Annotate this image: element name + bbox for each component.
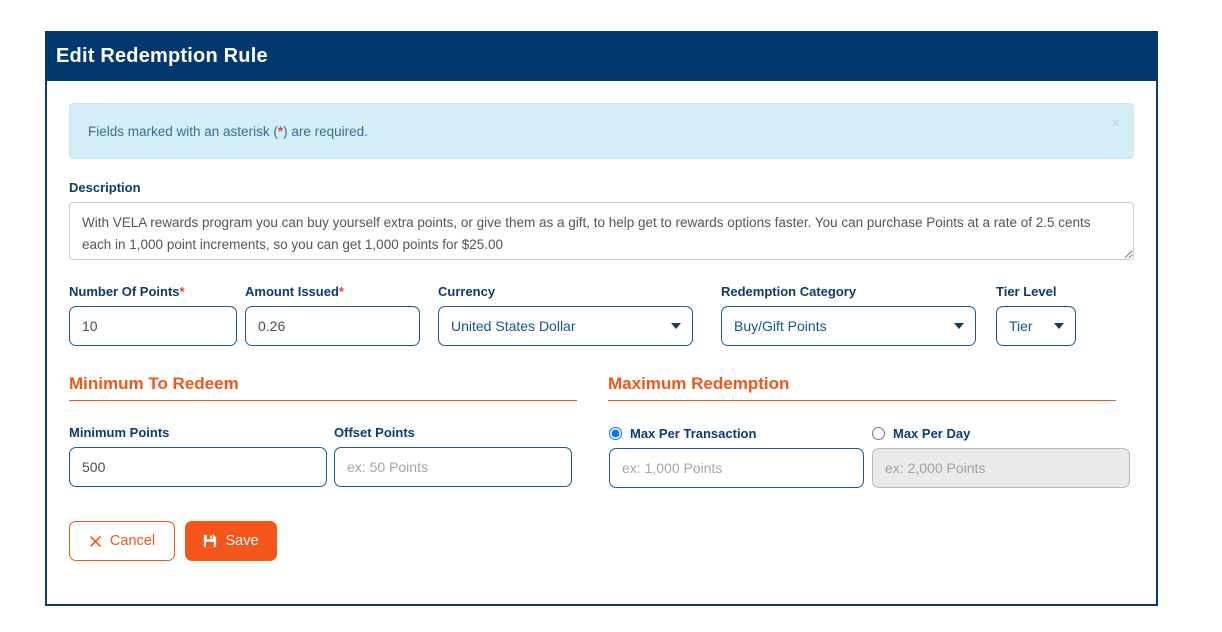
- amount-issued-group: Amount Issued*: [245, 284, 420, 346]
- amount-issued-label-text: Amount Issued: [245, 284, 339, 299]
- maximum-redemption-title: Maximum Redemption: [608, 374, 1116, 401]
- save-floppy-icon: [203, 534, 217, 548]
- offset-points-group: Offset Points: [334, 425, 572, 488]
- required-fields-alert: Fields marked with an asterisk (*) are r…: [69, 103, 1134, 159]
- screen: Edit Redemption Rule Fields marked with …: [0, 0, 1222, 632]
- description-textarea[interactable]: [69, 202, 1134, 260]
- max-per-transaction-radio-line[interactable]: Max Per Transaction: [609, 425, 864, 441]
- panel-header: Edit Redemption Rule: [45, 31, 1158, 81]
- currency-label: Currency: [438, 284, 496, 299]
- max-per-transaction-radio[interactable]: [609, 426, 622, 440]
- minimum-points-group: Minimum Points: [69, 425, 327, 488]
- max-per-day-radio[interactable]: [872, 426, 885, 440]
- number-of-points-group: Number Of Points*: [69, 284, 237, 346]
- offset-points-input[interactable]: [334, 447, 572, 487]
- page-title: Edit Redemption Rule: [56, 44, 268, 67]
- section-titles-row: Minimum To Redeem Maximum Redemption: [69, 374, 1134, 401]
- tier-level-select[interactable]: Tier: [996, 306, 1076, 346]
- redemption-category-label: Redemption Category: [721, 284, 857, 299]
- alert-text-before: Fields marked with an asterisk (: [88, 123, 278, 139]
- redemption-category-select[interactable]: Buy/Gift Points: [721, 306, 976, 346]
- alert-message: Fields marked with an asterisk (*) are r…: [88, 124, 368, 139]
- max-per-transaction-group: Max Per Transaction: [609, 425, 864, 488]
- required-asterisk: *: [338, 284, 344, 299]
- max-per-transaction-input[interactable]: [609, 448, 864, 488]
- currency-select[interactable]: United States Dollar: [438, 306, 693, 346]
- max-per-day-input[interactable]: [872, 448, 1130, 488]
- required-asterisk: *: [179, 284, 185, 299]
- minimum-points-input[interactable]: [69, 447, 327, 487]
- save-button[interactable]: Save: [185, 521, 277, 561]
- alert-text-after: ) are required.: [283, 123, 368, 139]
- form-actions: Cancel Save: [69, 521, 1134, 561]
- description-label: Description: [69, 180, 141, 195]
- currency-select-wrap: United States Dollar: [438, 306, 693, 346]
- number-of-points-label-text: Number Of Points: [69, 284, 180, 299]
- number-of-points-input[interactable]: [69, 306, 237, 346]
- max-per-day-radio-line[interactable]: Max Per Day: [872, 425, 1130, 441]
- amount-issued-label: Amount Issued*: [245, 284, 420, 299]
- save-button-label: Save: [225, 533, 259, 549]
- cancel-button-label: Cancel: [109, 533, 156, 549]
- minimum-to-redeem-section: Minimum To Redeem: [69, 374, 577, 401]
- panel-body: Fields marked with an asterisk ( * ) are r…: [47, 81, 1156, 604]
- tier-level-label: Tier Level: [996, 284, 1057, 299]
- max-per-transaction-label: Max Per Transaction: [630, 425, 757, 441]
- cancel-button[interactable]: Cancel: [69, 521, 175, 561]
- fields-row: Number Of Points* Amount Issued* Currenc…: [69, 284, 1134, 346]
- offset-points-label: Offset Points: [334, 425, 415, 440]
- redemption-category-select-wrap: Buy/Gift Points: [721, 306, 976, 346]
- currency-group: Currency United States Dollar: [438, 284, 693, 346]
- lower-fields-row: Minimum Points Offset Points Max Per Tra…: [69, 425, 1134, 488]
- redemption-category-group: Redemption Category Buy/Gift Points: [721, 284, 976, 346]
- close-icon[interactable]: ×: [1111, 116, 1120, 131]
- edit-redemption-rule-panel: Edit Redemption Rule Fields marked with …: [45, 31, 1158, 606]
- description-block: Description: [69, 180, 1134, 265]
- amount-issued-input[interactable]: [245, 306, 420, 346]
- max-per-day-group: Max Per Day: [872, 425, 1130, 488]
- tier-level-group: Tier Level Tier: [996, 284, 1076, 346]
- max-per-day-label: Max Per Day: [893, 425, 971, 441]
- number-of-points-label: Number Of Points*: [69, 284, 237, 299]
- maximum-redemption-section: Maximum Redemption: [608, 374, 1116, 401]
- minimum-to-redeem-title: Minimum To Redeem: [69, 374, 577, 401]
- minimum-points-label: Minimum Points: [69, 425, 170, 440]
- tier-level-select-wrap: Tier: [996, 306, 1076, 346]
- close-x-icon: [89, 535, 102, 548]
